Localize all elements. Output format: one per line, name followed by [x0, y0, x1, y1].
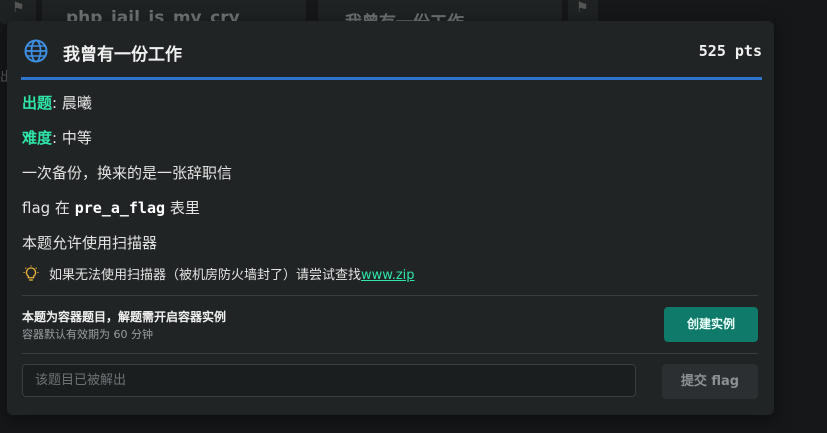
- author-line: 出题: 晨曦: [22, 92, 92, 113]
- create-instance-button[interactable]: 创建实例: [664, 307, 758, 342]
- lightbulb-icon: [23, 265, 39, 281]
- scanner-line: 本题允许使用扫描器: [22, 234, 158, 252]
- divider: [22, 295, 758, 296]
- submit-flag-button[interactable]: 提交 flag: [662, 364, 758, 399]
- challenge-title: 我曾有一份工作: [63, 45, 182, 65]
- hint-line: 如果无法使用扫描器（被机房防火墙封了）请尝试查找www.zip: [22, 264, 415, 283]
- globe-icon: [24, 39, 48, 63]
- container-notice-title: 本题为容器题目，解题需开启容器实例: [22, 310, 227, 324]
- flag-icon: ⚑: [576, 0, 589, 16]
- description-line: 一次备份，换来的是一张辞职信: [22, 164, 233, 182]
- challenge-modal: 我曾有一份工作 525 pts 出题: 晨曦 难度: 中等 一次备份，换来的是一…: [7, 21, 774, 415]
- difficulty-separator: :: [52, 129, 58, 147]
- challenge-header: 我曾有一份工作 525 pts: [21, 21, 762, 80]
- author-separator: :: [52, 94, 58, 112]
- flag-location-prefix: flag 在: [22, 199, 70, 217]
- hint-text: 如果无法使用扫描器（被机房防火墙封了）请尝试查找: [49, 268, 362, 283]
- flag-location-line: flag 在 pre_a_flag 表里: [22, 197, 200, 218]
- flag-table-name: pre_a_flag: [74, 199, 166, 217]
- flag-icon: ⚑: [12, 0, 25, 16]
- hint-link[interactable]: www.zip: [361, 268, 415, 283]
- flag-input[interactable]: [22, 364, 636, 397]
- container-notice-subtitle: 容器默认有效期为 60 分钟: [22, 328, 153, 341]
- challenge-points: 525 pts: [698, 42, 762, 60]
- difficulty-line: 难度: 中等: [22, 127, 92, 148]
- divider: [22, 353, 758, 354]
- flag-location-suffix: 表里: [169, 199, 200, 217]
- author-label: 出题: [22, 94, 53, 112]
- author-value: 晨曦: [61, 94, 92, 112]
- difficulty-label: 难度: [22, 129, 53, 147]
- difficulty-value: 中等: [61, 129, 92, 147]
